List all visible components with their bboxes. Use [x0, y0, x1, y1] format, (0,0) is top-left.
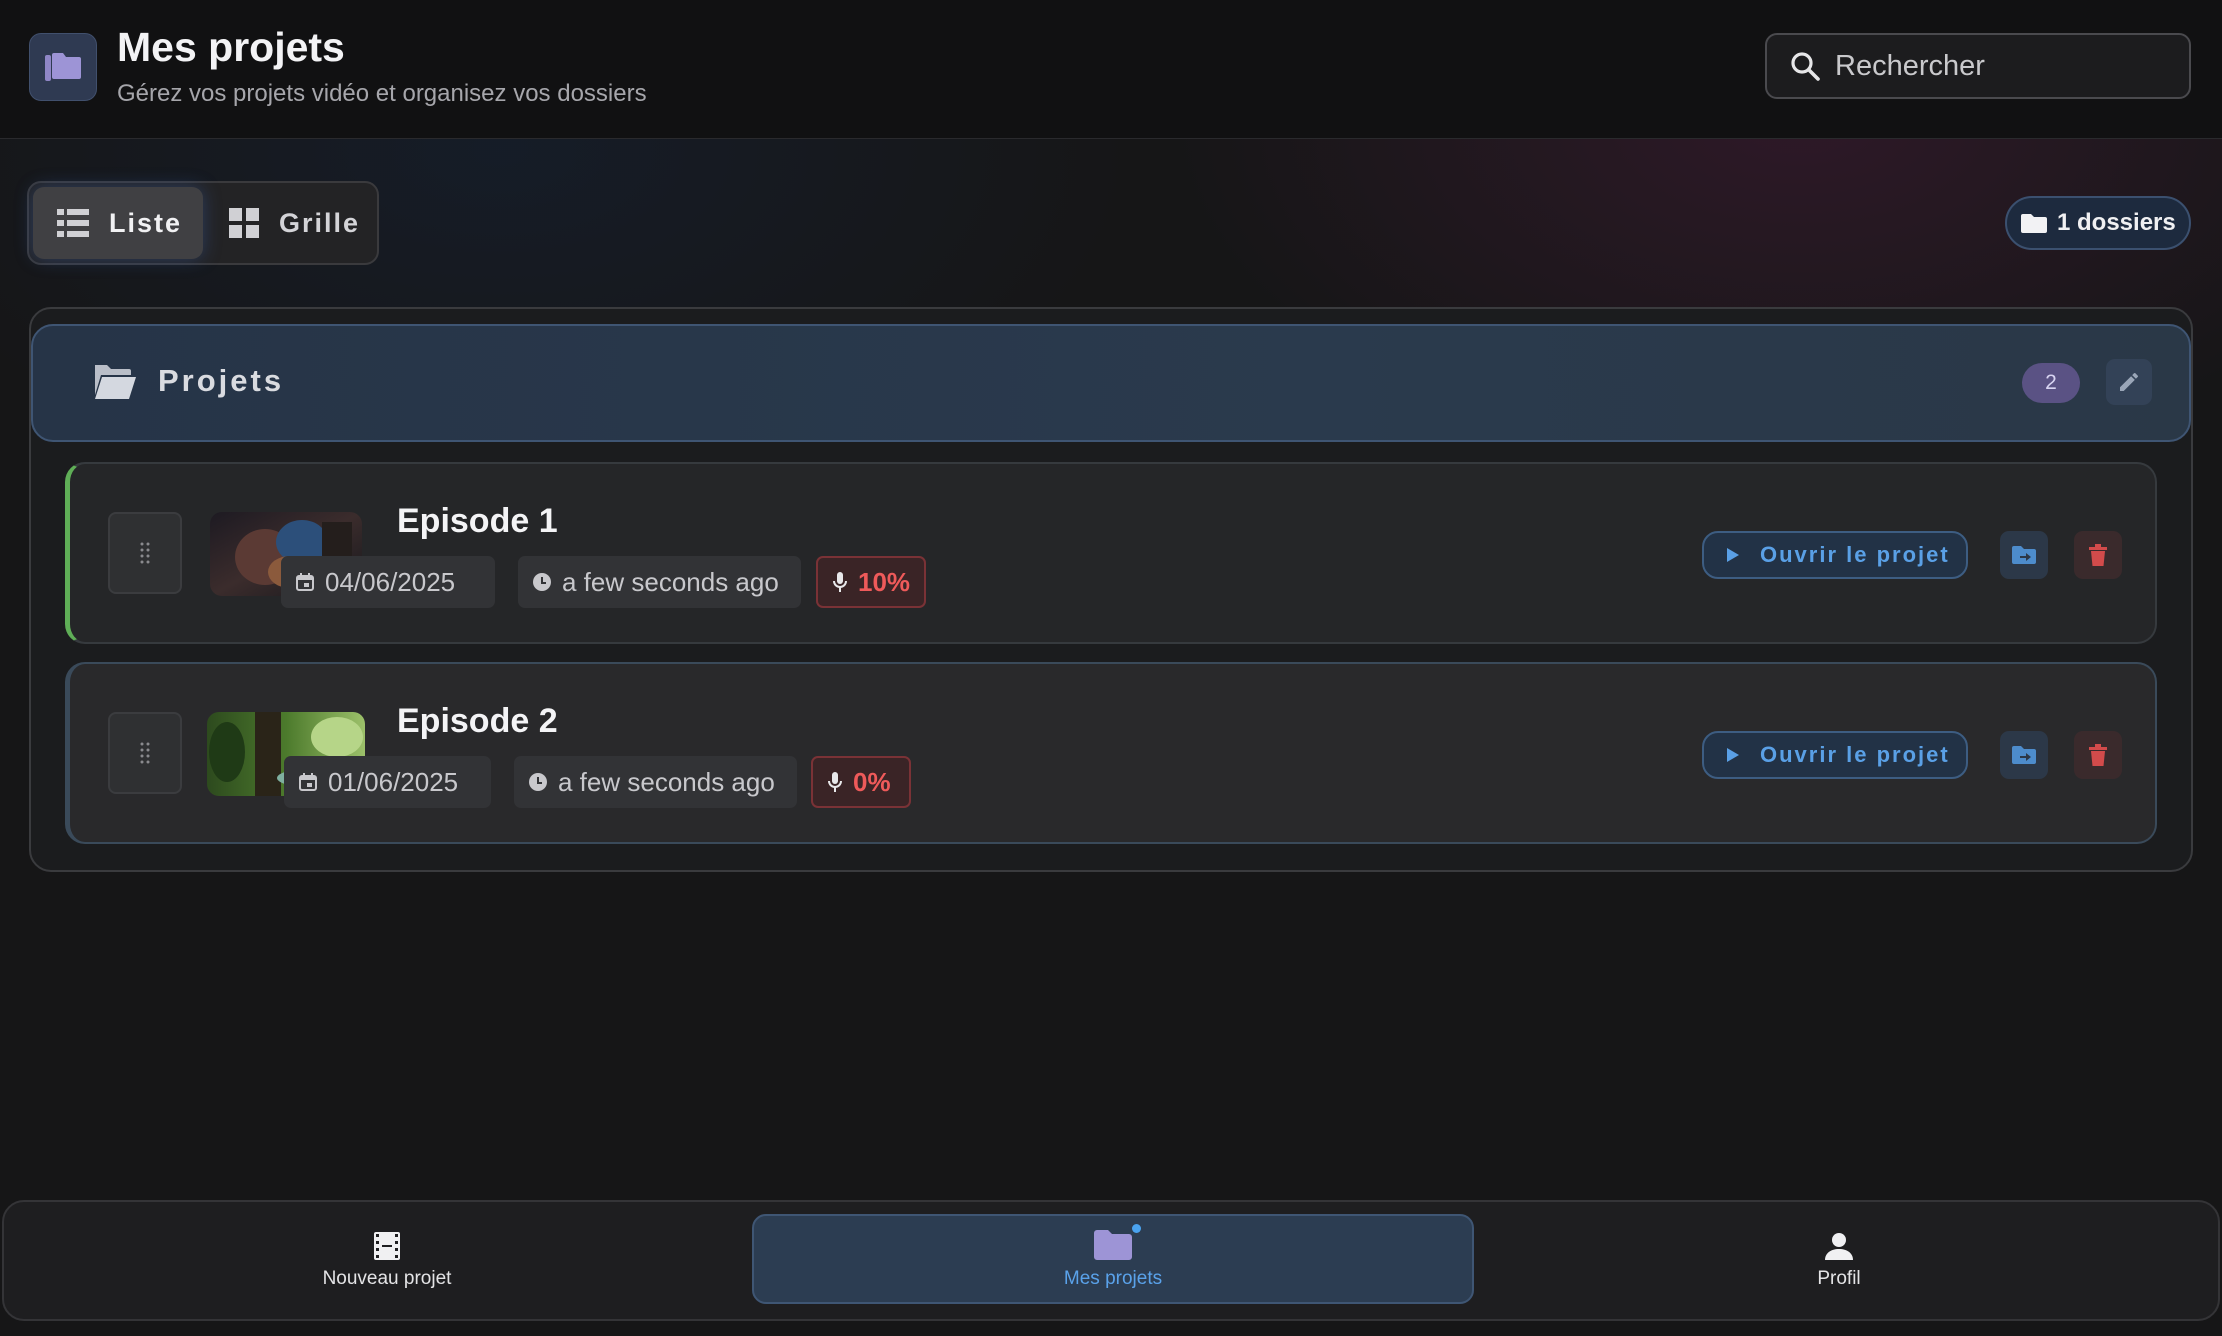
folder-open-icon: [95, 365, 136, 399]
folders-app-icon: [29, 33, 97, 101]
folder-count-badge: 2: [2022, 363, 2080, 403]
delete-project-button[interactable]: [2074, 531, 2122, 579]
trash-icon: [2089, 544, 2107, 566]
list-view-button[interactable]: Liste: [33, 187, 203, 259]
voice-progress-chip: 10%: [816, 556, 926, 608]
nav-profile[interactable]: Profil: [1456, 1202, 2222, 1319]
project-progress: 10%: [858, 566, 911, 597]
folders-count-label: 1 dossiers: [2057, 209, 2176, 236]
drag-handle-icon: [140, 742, 150, 764]
nav-my-projects[interactable]: Mes projets: [752, 1214, 1474, 1304]
project-title[interactable]: Episode 2: [397, 702, 558, 741]
folder-name: Projets: [158, 363, 285, 398]
open-project-label: Ouvrir le projet: [1760, 742, 1950, 767]
drag-handle-icon: [140, 542, 150, 564]
grid-view-label: Grille: [279, 207, 361, 238]
project-progress: 0%: [853, 766, 891, 797]
project-date: 04/06/2025: [325, 566, 456, 597]
play-icon: [1727, 548, 1739, 562]
date-chip: 04/06/2025: [281, 556, 495, 608]
open-project-button[interactable]: Ouvrir le projet: [1702, 731, 1968, 779]
folder-icon: [2021, 214, 2047, 233]
date-chip: 01/06/2025: [284, 756, 491, 808]
view-toggle: Liste Grille: [27, 181, 379, 265]
project-updated: a few seconds ago: [558, 766, 775, 797]
search-icon: [1791, 52, 1820, 81]
updated-chip: a few seconds ago: [514, 756, 797, 808]
nav-new-project[interactable]: Nouveau projet: [4, 1202, 770, 1319]
project-title[interactable]: Episode 1: [397, 502, 558, 541]
search-input[interactable]: Rechercher: [1765, 33, 2191, 99]
film-icon: [374, 1231, 400, 1260]
voice-progress-chip: 0%: [811, 756, 911, 808]
calendar-icon: [299, 773, 317, 791]
project-row[interactable]: Episode 1 04/06/2025 a few seconds ago 1…: [65, 462, 2157, 644]
project-updated: a few seconds ago: [562, 566, 779, 597]
drag-handle[interactable]: [108, 512, 182, 594]
project-date: 01/06/2025: [328, 766, 459, 797]
folder-move-icon: [2012, 746, 2036, 764]
calendar-icon: [296, 573, 314, 591]
grid-icon: [229, 208, 259, 238]
updated-chip: a few seconds ago: [518, 556, 801, 608]
project-row[interactable]: Episode 2 01/06/2025 a few seconds ago 0…: [65, 662, 2157, 844]
delete-project-button[interactable]: [2074, 731, 2122, 779]
folder-icon: [1094, 1230, 1132, 1260]
move-to-folder-button[interactable]: [2000, 731, 2048, 779]
open-project-label: Ouvrir le projet: [1760, 542, 1950, 567]
folder-header[interactable]: Projets 2: [31, 324, 2191, 442]
trash-icon: [2089, 744, 2107, 766]
microphone-icon: [828, 772, 842, 792]
bottom-navigation: Nouveau projet Mes projets Profil: [2, 1200, 2220, 1321]
pencil-icon: [2120, 373, 2138, 391]
search-placeholder: Rechercher: [1835, 49, 1985, 82]
top-header: Mes projets Gérez vos projets vidéo et o…: [0, 0, 2222, 139]
clock-icon: [529, 773, 547, 791]
edit-folder-button[interactable]: [2106, 359, 2152, 405]
play-icon: [1727, 748, 1739, 762]
microphone-icon: [833, 572, 847, 592]
page-title: Mes projets: [117, 24, 345, 70]
grid-view-button[interactable]: Grille: [205, 187, 371, 259]
nav-profile-label: Profil: [1817, 1267, 1861, 1289]
person-icon: [1825, 1232, 1853, 1260]
drag-handle[interactable]: [108, 712, 182, 794]
folder-move-icon: [2012, 546, 2036, 564]
nav-new-project-label: Nouveau projet: [322, 1267, 452, 1289]
clock-icon: [533, 573, 551, 591]
open-project-button[interactable]: Ouvrir le projet: [1702, 531, 1968, 579]
page-subtitle: Gérez vos projets vidéo et organisez vos…: [117, 80, 647, 107]
folders-count-badge: 1 dossiers: [2005, 196, 2191, 250]
move-to-folder-button[interactable]: [2000, 531, 2048, 579]
list-view-label: Liste: [109, 207, 183, 238]
active-indicator-dot: [1132, 1224, 1141, 1233]
list-icon: [57, 209, 89, 237]
nav-my-projects-label: Mes projets: [1063, 1268, 1163, 1289]
